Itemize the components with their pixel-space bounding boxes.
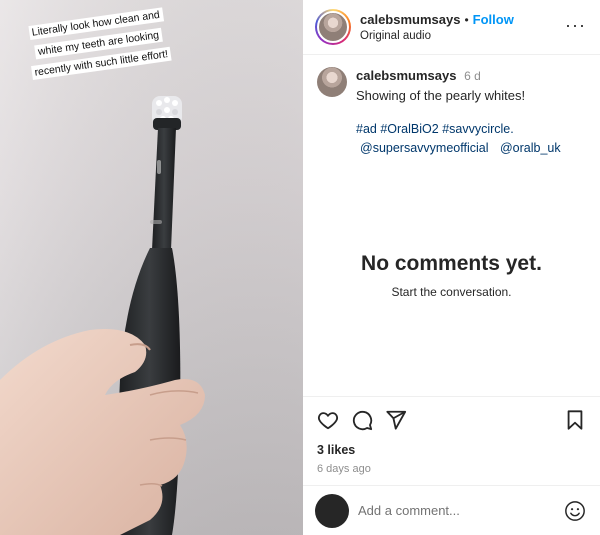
post-header: calebsmumsays • Follow Original audio ··… xyxy=(303,0,600,55)
mention-link[interactable]: @oralb_uk xyxy=(500,141,561,155)
bookmark-icon[interactable] xyxy=(564,409,586,431)
follow-button[interactable]: Follow xyxy=(473,12,514,27)
likes-count[interactable]: 3 likes xyxy=(317,443,586,457)
empty-comments-subtitle: Start the conversation. xyxy=(391,285,512,299)
caption-text: Showing of the pearly whites! xyxy=(356,88,526,103)
mention-list: @supersavvymeofficial @oralb_uk xyxy=(356,140,569,157)
mention-link[interactable]: @supersavvymeofficial xyxy=(360,141,488,155)
audio-link[interactable]: Original audio xyxy=(360,30,586,42)
emoji-icon[interactable] xyxy=(564,500,586,522)
separator-dot: • xyxy=(464,12,469,27)
empty-comments: No comments yet. Start the conversation. xyxy=(303,252,600,299)
more-horizontal-icon[interactable]: ··· xyxy=(565,16,586,34)
hashtag-list: #ad #OralBiO2 #savvycircle. @supersavvym… xyxy=(356,121,569,157)
author-username[interactable]: calebsmumsays xyxy=(360,12,460,27)
post-date: 6 days ago xyxy=(317,463,371,475)
post-media[interactable]: Literally look how clean and white my te… xyxy=(0,0,303,535)
post-caption: calebsmumsays 6 d Showing of the pearly … xyxy=(303,55,600,157)
hashtag-link[interactable]: #OralBiO2 xyxy=(380,122,438,136)
brush-head xyxy=(152,96,182,130)
empty-comments-title: No comments yet. xyxy=(361,252,542,275)
hashtag-link[interactable]: #ad xyxy=(356,122,377,136)
author-avatar[interactable] xyxy=(315,9,351,45)
viewer-avatar xyxy=(315,493,349,528)
heart-icon[interactable] xyxy=(317,409,339,431)
comment-input[interactable] xyxy=(358,503,564,518)
hashtag-link[interactable]: #savvycircle. xyxy=(442,122,514,136)
post-actions: 3 likes 6 days ago xyxy=(303,396,600,475)
caption-username[interactable]: calebsmumsays xyxy=(356,68,456,83)
post-details-panel: calebsmumsays • Follow Original audio ··… xyxy=(303,0,600,535)
caption-time: 6 d xyxy=(464,69,481,83)
comment-composer xyxy=(303,485,600,535)
share-icon[interactable] xyxy=(385,409,407,431)
comment-icon[interactable] xyxy=(351,409,373,431)
caption-avatar[interactable] xyxy=(317,67,347,97)
